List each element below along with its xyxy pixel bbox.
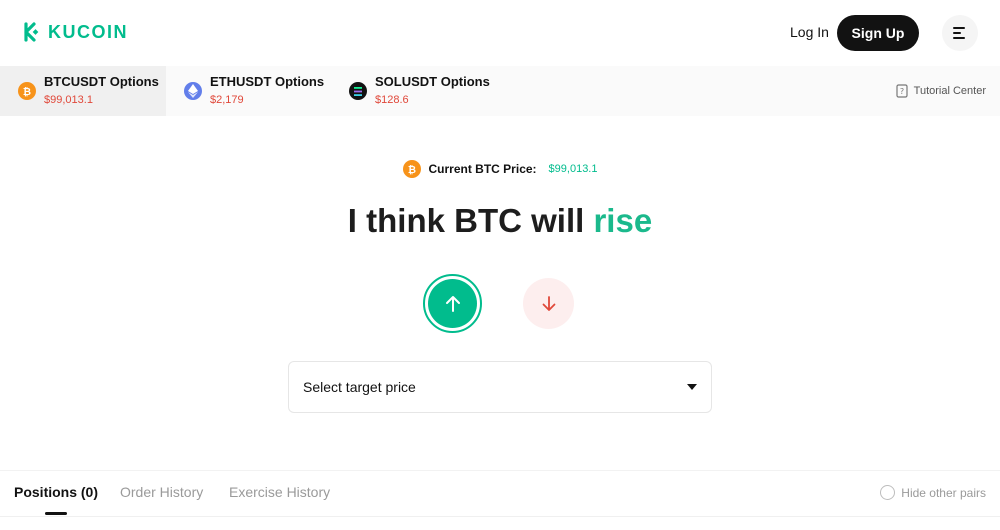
pair-name: ETHUSDT Options — [210, 74, 325, 89]
arrow-up-icon — [445, 295, 460, 312]
rise-button[interactable] — [423, 274, 482, 333]
svg-text:₿: ₿ — [407, 164, 415, 175]
bitcoin-icon: ₿ — [402, 160, 421, 178]
svg-text:?: ? — [900, 87, 904, 96]
solana-icon — [349, 82, 367, 100]
history-tabs-bar: Positions (0) Order History Exercise His… — [0, 470, 1000, 530]
fall-button[interactable] — [523, 278, 574, 329]
pair-tab-btcusdt[interactable]: ₿ BTCUSDT Options $99,013.1 — [0, 66, 166, 116]
help-book-icon: ? — [896, 84, 908, 98]
caret-down-icon — [687, 384, 697, 390]
ethereum-icon — [184, 82, 202, 100]
login-link[interactable]: Log In — [790, 24, 829, 40]
active-tab-indicator — [45, 512, 67, 515]
options-pair-bar: ₿ BTCUSDT Options $99,013.1 ETHUSDT Opti… — [0, 66, 1000, 116]
headline-prefix: I think BTC will — [347, 202, 585, 239]
current-price-row: ₿ Current BTC Price: $99,013.1 — [0, 160, 1000, 178]
target-price-placeholder: Select target price — [303, 379, 416, 395]
hide-pairs-label: Hide other pairs — [901, 485, 986, 500]
tab-order-history[interactable]: Order History — [120, 484, 203, 500]
pair-name: BTCUSDT Options — [44, 74, 159, 89]
tab-positions[interactable]: Positions (0) — [14, 484, 98, 500]
hide-other-pairs-toggle[interactable]: Hide other pairs — [880, 485, 986, 500]
kucoin-logo[interactable]: KUCOIN — [20, 20, 128, 44]
kucoin-logo-icon — [24, 22, 39, 42]
arrow-down-icon — [542, 295, 555, 311]
target-price-select[interactable]: Select target price — [288, 361, 712, 413]
signup-button[interactable]: Sign Up — [837, 15, 919, 51]
tab-exercise-history[interactable]: Exercise History — [229, 484, 330, 500]
pair-name: SOLUSDT Options — [375, 74, 490, 89]
svg-text:₿: ₿ — [23, 86, 31, 97]
current-price-value: $99,013.1 — [548, 163, 598, 175]
hamburger-menu-icon — [953, 27, 965, 39]
tutorial-center-link[interactable]: ? Tutorial Center — [896, 84, 986, 98]
pair-price: $128.6 — [375, 94, 409, 106]
pair-price: $99,013.1 — [44, 94, 93, 106]
prediction-headline: I think BTC will rise — [0, 202, 1000, 240]
tabs-divider — [0, 516, 1000, 517]
brand-name: KUCOIN — [48, 21, 128, 42]
top-header: KUCOIN Log In Sign Up — [0, 0, 1000, 66]
bitcoin-icon: ₿ — [18, 82, 36, 100]
pair-tab-ethusdt[interactable]: ETHUSDT Options $2,179 — [166, 66, 334, 116]
hide-pairs-radio[interactable] — [880, 485, 896, 500]
headline-direction: rise — [593, 202, 653, 239]
pair-tab-solusdt[interactable]: SOLUSDT Options $128.6 — [334, 66, 494, 116]
tutorial-center-label: Tutorial Center — [913, 85, 986, 97]
current-price-label: Current BTC Price: — [428, 162, 537, 176]
pair-price: $2,179 — [210, 94, 244, 106]
menu-button[interactable] — [942, 15, 978, 51]
